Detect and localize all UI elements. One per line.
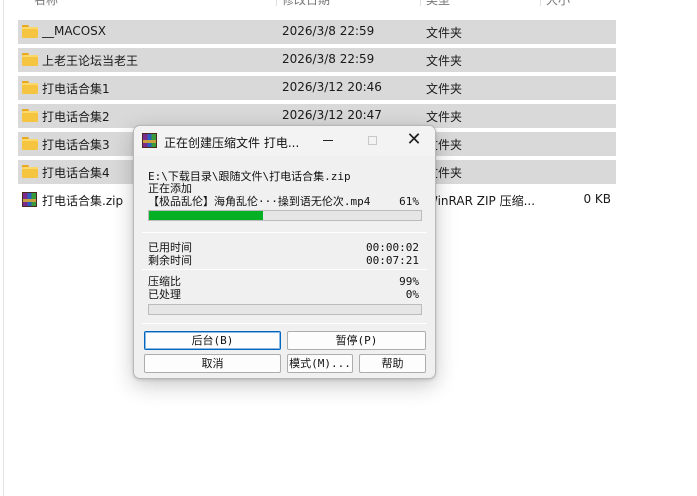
elapsed-label: 已用时间 (148, 241, 192, 254)
file-date: 2026/3/12 20:46 (282, 80, 382, 94)
winrar-app-icon (142, 133, 157, 148)
file-row[interactable]: 打电话合集1 2026/3/12 20:46 文件夹 (18, 76, 616, 100)
total-progress-bar (148, 304, 422, 315)
file-row[interactable]: 上老王论坛当老王 2026/3/8 22:59 文件夹 (18, 48, 616, 72)
maximize-icon (367, 135, 377, 145)
column-divider[interactable] (276, 0, 277, 6)
column-header-row: 名称 修改日期 类型 大小 (0, 0, 620, 14)
column-header-name[interactable]: 名称 (34, 0, 58, 12)
file-name: 打电话合集2 (42, 110, 110, 124)
ratio-panel: 压缩比 99% 已处理 0% (142, 274, 427, 318)
folder-icon (22, 81, 38, 94)
file-type: WinRAR ZIP 压缩... (426, 194, 536, 208)
mode-button[interactable]: 模式(M)... (287, 354, 353, 373)
divider (142, 232, 427, 233)
close-button[interactable]: ✕ (392, 126, 435, 156)
folder-icon (22, 25, 38, 38)
background-button[interactable]: 后台(B) (144, 331, 281, 350)
file-date: 2026/3/12 20:47 (282, 108, 382, 122)
file-type: 文件夹 (426, 82, 463, 96)
file-name: 打电话合集.zip (42, 194, 124, 208)
help-button[interactable]: 帮助 (359, 354, 426, 373)
ratio-label: 压缩比 (148, 275, 181, 288)
file-date: 2026/3/8 22:59 (282, 52, 375, 66)
minimize-button[interactable] (306, 126, 350, 156)
folder-icon (22, 137, 38, 150)
compression-progress-dialog: 正在创建压缩文件 打电... ✕ E:\下载目录\跟随文件\打电话合集.zip … (133, 125, 436, 379)
status-text: 正在添加 (148, 182, 192, 195)
folder-icon (22, 165, 38, 178)
dialog-titlebar[interactable]: 正在创建压缩文件 打电... ✕ (134, 126, 435, 156)
divider (142, 269, 427, 270)
file-row[interactable]: __MACOSX 2026/3/8 22:59 文件夹 (18, 20, 616, 44)
column-header-size[interactable]: 大小 (546, 0, 570, 12)
file-name: 上老王论坛当老王 (42, 54, 139, 68)
nav-divider (3, 0, 4, 496)
processed-value: 0% (405, 288, 419, 301)
divider (142, 323, 427, 324)
file-type: 文件夹 (426, 110, 463, 124)
rar-icon (22, 192, 38, 207)
column-header-date[interactable]: 修改日期 (282, 0, 330, 12)
column-divider[interactable] (540, 0, 541, 6)
file-name: 打电话合集1 (42, 82, 110, 96)
file-type: 文件夹 (426, 54, 463, 68)
dialog-title: 正在创建压缩文件 打电... (164, 136, 300, 150)
archive-path: E:\下载目录\跟随文件\打电话合集.zip (148, 170, 351, 183)
file-size: 0 KB (583, 192, 611, 206)
close-icon: ✕ (406, 129, 422, 150)
column-header-type[interactable]: 类型 (426, 0, 450, 12)
file-name: 打电话合集4 (42, 166, 110, 180)
column-divider[interactable] (420, 0, 421, 6)
folder-icon (22, 109, 38, 122)
file-type: 文件夹 (426, 26, 463, 40)
current-file-panel: E:\下载目录\跟随文件\打电话合集.zip 正在添加 【极品乱伦】海角乱伦··… (142, 168, 427, 228)
remaining-label: 剩余时间 (148, 254, 192, 267)
file-name: 打电话合集3 (42, 138, 110, 152)
time-panel: 已用时间 00:00:02 剩余时间 00:07:21 (142, 241, 427, 269)
current-file-name: 【极品乱伦】海角乱伦···操到语无伦次.mp4 (148, 195, 371, 208)
ratio-value: 99% (399, 275, 419, 288)
remaining-value: 00:07:21 (366, 254, 419, 267)
cancel-button[interactable]: 取消 (144, 354, 281, 373)
file-name: __MACOSX (42, 24, 107, 38)
current-file-progress-bar (148, 210, 422, 221)
progress-fill (149, 211, 264, 220)
current-file-percent: 61% (399, 195, 419, 208)
processed-label: 已处理 (148, 288, 181, 301)
pause-button[interactable]: 暂停(P) (287, 331, 426, 350)
maximize-button (350, 126, 394, 156)
file-date: 2026/3/8 22:59 (282, 24, 375, 38)
minimize-icon (323, 139, 333, 141)
folder-icon (22, 53, 38, 66)
elapsed-value: 00:00:02 (366, 241, 419, 254)
